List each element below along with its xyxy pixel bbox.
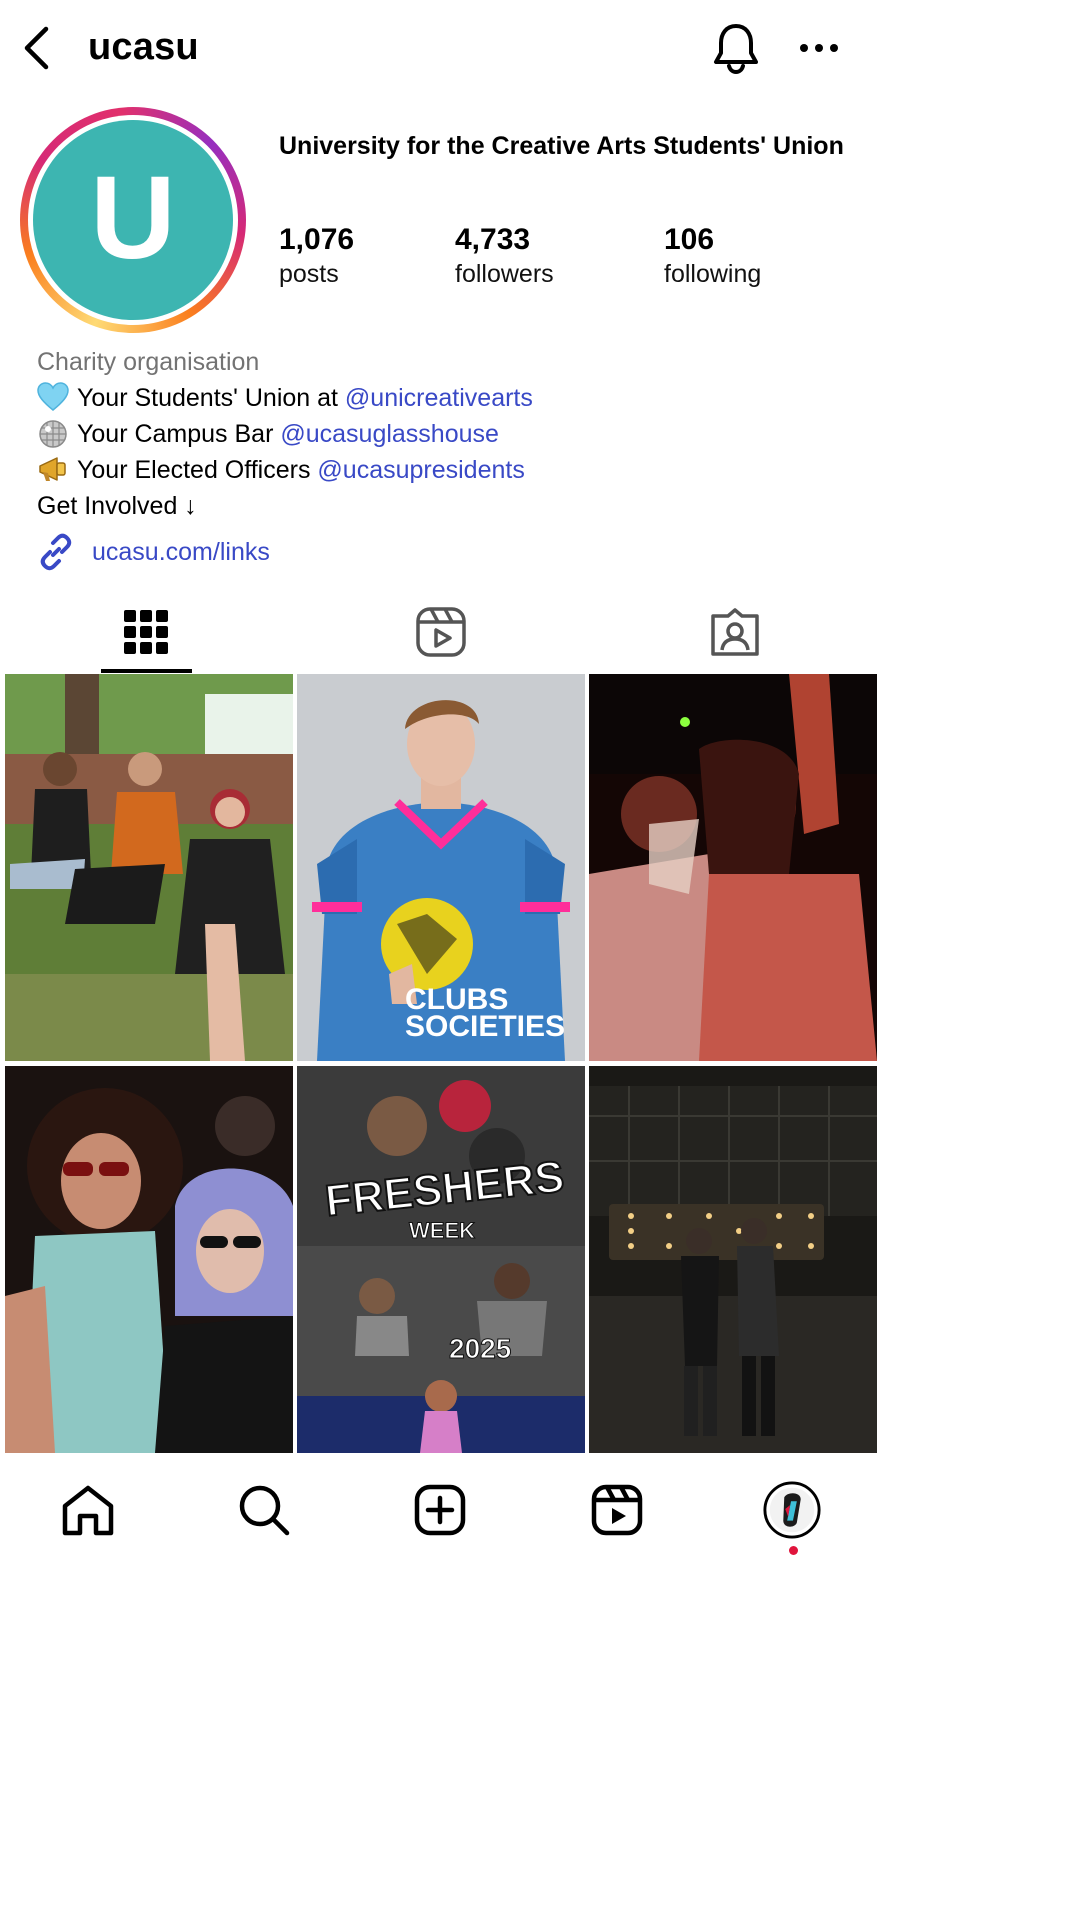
more-options-button[interactable] <box>794 24 844 72</box>
post-thumbnail[interactable] <box>5 674 293 1061</box>
profile-full-name: University for the Creative Arts Student… <box>279 132 844 160</box>
tab-posts-grid[interactable] <box>101 590 191 674</box>
post-thumbnail[interactable] <box>5 1066 293 1453</box>
plus-square-icon <box>414 1484 466 1536</box>
reels-icon <box>591 1484 643 1536</box>
disco-ball-icon <box>39 420 67 448</box>
nav-search[interactable] <box>234 1480 294 1540</box>
mention-link[interactable]: @unicreativearts <box>345 384 533 412</box>
mention-link[interactable]: @ucasupresidents <box>317 456 524 484</box>
bio-external-link[interactable]: ucasu.com/links <box>36 532 270 572</box>
top-bar: ucasu <box>0 0 882 96</box>
post-image <box>589 674 877 1061</box>
active-tab-indicator <box>101 669 192 673</box>
post-image: FRESHERS WEEK 2025 <box>297 1066 585 1453</box>
post-image <box>5 674 293 1061</box>
stat-value: 4,733 <box>455 223 531 256</box>
profile-avatar-icon <box>763 1481 821 1539</box>
bio-text: Your Campus Bar <box>77 420 281 448</box>
following-count[interactable]: 106 following <box>664 222 761 290</box>
tagged-user-icon <box>711 608 759 656</box>
megaphone-icon <box>39 457 66 481</box>
nav-profile[interactable] <box>762 1480 822 1540</box>
link-icon <box>40 533 72 571</box>
nav-create[interactable] <box>410 1480 470 1540</box>
bio-line: Your Campus Bar @ucasuglasshouse <box>37 416 857 452</box>
chevron-left-icon <box>24 26 49 70</box>
profile-avatar: U <box>33 120 233 320</box>
post-overlay-text: 2025 <box>449 1333 511 1364</box>
notifications-button[interactable] <box>708 20 764 76</box>
profile-bio: Charity organisation Your Students' Unio… <box>37 344 857 524</box>
post-image <box>5 1066 293 1453</box>
followers-count[interactable]: 4,733 followers <box>455 222 554 290</box>
profile-username: ucasu <box>88 26 199 68</box>
notification-dot <box>789 1546 798 1555</box>
stat-label: following <box>664 260 762 288</box>
bio-line: Your Students' Union at @unicreativearts <box>37 380 857 416</box>
stat-label: posts <box>279 260 339 288</box>
mention-link[interactable]: @ucasuglasshouse <box>280 420 499 448</box>
home-icon <box>62 1485 114 1536</box>
bio-line: Your Elected Officers @ucasupresidents <box>37 452 857 488</box>
profile-content-tabs <box>0 590 882 674</box>
bio-link-text: ucasu.com/links <box>92 537 270 566</box>
tab-reels[interactable] <box>396 590 486 674</box>
avatar-logo-letter: U <box>90 152 176 284</box>
bio-text: Your Elected Officers <box>77 456 318 484</box>
light-blue-heart-icon <box>37 382 69 411</box>
post-overlay-text: SOCIETIES <box>405 1010 565 1043</box>
profile-category: Charity organisation <box>37 348 260 376</box>
nav-reels[interactable] <box>587 1480 647 1540</box>
post-thumbnail[interactable] <box>589 674 877 1061</box>
post-thumbnail[interactable]: CLUBS SOCIETIES <box>297 674 585 1061</box>
nav-home[interactable] <box>58 1480 118 1540</box>
reels-icon <box>416 607 466 657</box>
posts-count[interactable]: 1,076 posts <box>279 222 354 290</box>
post-image: CLUBS SOCIETIES <box>297 674 585 1061</box>
profile-avatar-story-ring[interactable]: U <box>20 107 246 333</box>
tab-tagged[interactable] <box>690 590 780 674</box>
post-thumbnail[interactable]: FRESHERS WEEK 2025 <box>297 1066 585 1453</box>
stat-value: 106 <box>664 223 715 256</box>
bell-icon <box>714 24 758 74</box>
search-icon <box>239 1485 290 1536</box>
bio-text: Your Students' Union at <box>77 384 345 412</box>
post-thumbnail[interactable] <box>589 1066 877 1453</box>
bio-cta: Get Involved ↓ <box>37 492 197 520</box>
bottom-navigation <box>0 1456 882 1568</box>
stat-value: 1,076 <box>279 223 355 256</box>
post-overlay-text: WEEK <box>409 1218 475 1243</box>
post-image <box>589 1066 877 1453</box>
back-button[interactable] <box>14 24 58 72</box>
grid-icon <box>124 610 168 654</box>
more-horizontal-icon <box>800 44 838 52</box>
stat-label: followers <box>455 260 554 288</box>
